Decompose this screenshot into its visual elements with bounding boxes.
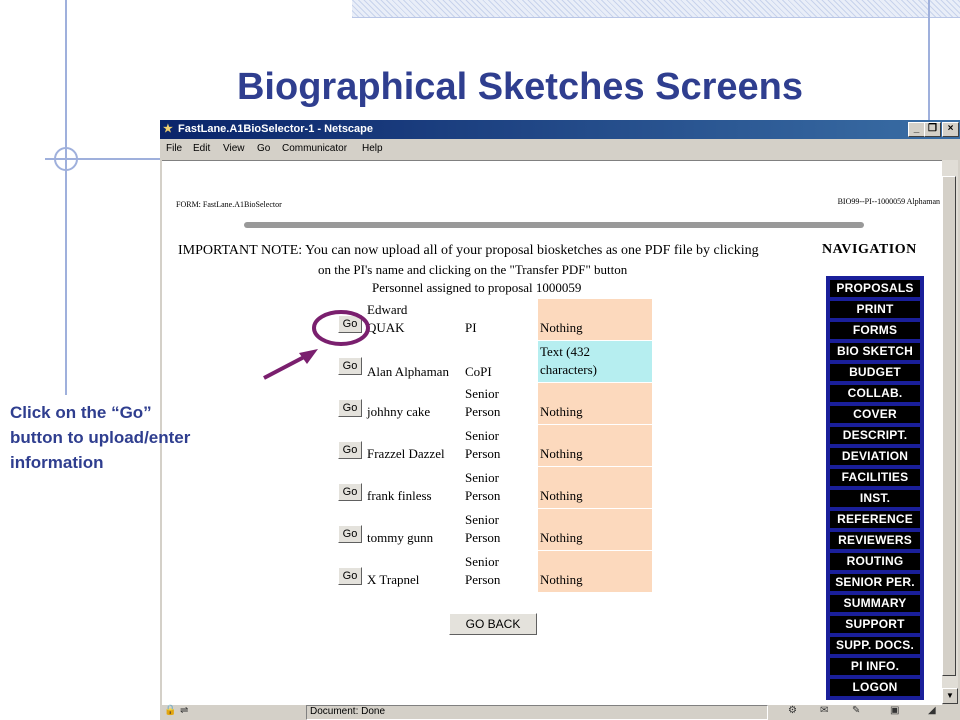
callout-line: Click on the “Go” [10,403,152,422]
callout-text: Click on the “Go” button to upload/enter… [10,400,250,475]
annotation-overlay [263,310,370,380]
arrow-head-icon [299,349,318,364]
highlight-circle [312,310,370,346]
pointer-arrow-icon [263,354,307,380]
callout-line: information [10,453,104,472]
callout-line: button to upload/enter [10,428,191,447]
